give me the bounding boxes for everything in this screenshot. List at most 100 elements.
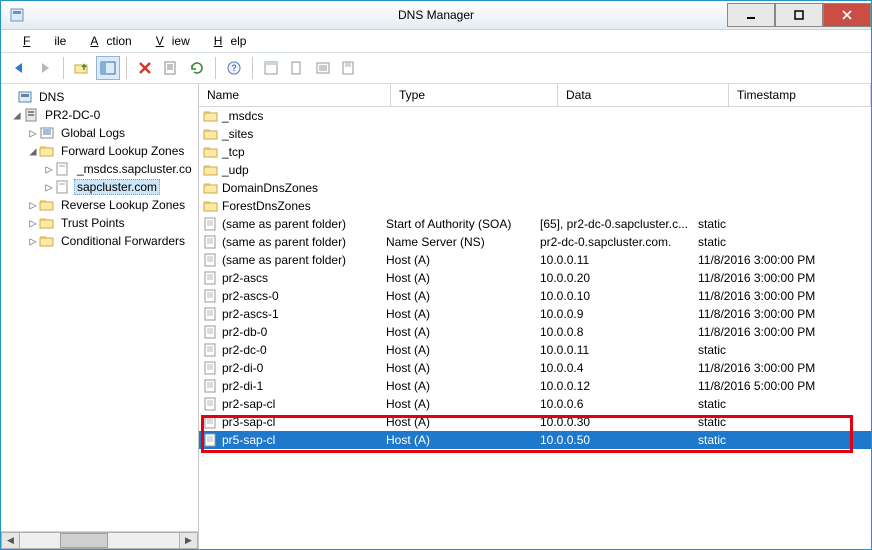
- forward-button[interactable]: [33, 56, 57, 80]
- menu-file[interactable]: File: [7, 31, 74, 51]
- list-row[interactable]: pr2-di-1Host (A)10.0.0.1211/8/2016 5:00:…: [199, 377, 871, 395]
- column-type[interactable]: Type: [391, 84, 558, 106]
- record-name: (same as parent folder): [222, 235, 346, 249]
- tree-conditional-forwarders[interactable]: ▷ Conditional Forwarders: [1, 232, 198, 250]
- list-row[interactable]: pr3-sap-clHost (A)10.0.0.30static: [199, 413, 871, 431]
- record-type: Name Server (NS): [382, 235, 536, 249]
- list-row[interactable]: pr2-sap-clHost (A)10.0.0.6static: [199, 395, 871, 413]
- list-row[interactable]: pr5-sap-clHost (A)10.0.0.50static: [199, 431, 871, 449]
- dns-manager-window: DNS Manager File Action View Help ?: [0, 0, 872, 550]
- svg-text:?: ?: [231, 63, 237, 73]
- help-button[interactable]: ?: [222, 56, 246, 80]
- tool-d-button[interactable]: [337, 56, 361, 80]
- tool-c-button[interactable]: [311, 56, 335, 80]
- record-data: 10.0.0.50: [536, 433, 694, 447]
- logs-icon: [39, 125, 55, 141]
- record-type: Host (A): [382, 433, 536, 447]
- menu-view[interactable]: View: [140, 31, 198, 51]
- record-timestamp: 11/8/2016 5:00:00 PM: [694, 379, 871, 393]
- list-row[interactable]: pr2-di-0Host (A)10.0.0.411/8/2016 3:00:0…: [199, 359, 871, 377]
- up-button[interactable]: [70, 56, 94, 80]
- record-data: 10.0.0.30: [536, 415, 694, 429]
- record-name: DomainDnsZones: [222, 181, 318, 195]
- scroll-thumb[interactable]: [60, 533, 108, 548]
- tool-b-button[interactable]: [285, 56, 309, 80]
- record-timestamp: 11/8/2016 3:00:00 PM: [694, 253, 871, 267]
- show-hide-tree-button[interactable]: [96, 56, 120, 80]
- record-timestamp: static: [694, 415, 871, 429]
- list-row[interactable]: ForestDnsZones: [199, 197, 871, 215]
- list-row[interactable]: _msdcs: [199, 107, 871, 125]
- record-icon: [203, 288, 219, 304]
- column-data[interactable]: Data: [558, 84, 729, 106]
- list-row[interactable]: (same as parent folder) Name Server (NS)p…: [199, 233, 871, 251]
- column-timestamp[interactable]: Timestamp: [729, 84, 871, 106]
- menu-bar: File Action View Help: [1, 30, 871, 53]
- tree-hscrollbar[interactable]: ◀ ▶: [1, 531, 198, 549]
- dns-icon: [17, 89, 33, 105]
- tree-view[interactable]: DNS ◢ PR2-DC-0 ▷ Global Logs ◢ Forward L…: [1, 84, 198, 531]
- menu-action[interactable]: Action: [74, 31, 139, 51]
- record-type: Host (A): [382, 325, 536, 339]
- record-type: Host (A): [382, 271, 536, 285]
- list-row[interactable]: _tcp: [199, 143, 871, 161]
- zone-icon: [55, 179, 71, 195]
- list-row[interactable]: pr2-dc-0Host (A)10.0.0.11static: [199, 341, 871, 359]
- record-timestamp: 11/8/2016 3:00:00 PM: [694, 361, 871, 375]
- tree-trust-points[interactable]: ▷ Trust Points: [1, 214, 198, 232]
- record-name: _tcp: [222, 145, 245, 159]
- list-row[interactable]: pr2-ascsHost (A)10.0.0.2011/8/2016 3:00:…: [199, 269, 871, 287]
- record-timestamp: static: [694, 397, 871, 411]
- zone-icon: [55, 161, 71, 177]
- record-name: (same as parent folder): [222, 217, 346, 231]
- list-row[interactable]: pr2-ascs-1Host (A)10.0.0.911/8/2016 3:00…: [199, 305, 871, 323]
- record-name: pr2-sap-cl: [222, 397, 275, 411]
- list-row[interactable]: pr2-ascs-0Host (A)10.0.0.1011/8/2016 3:0…: [199, 287, 871, 305]
- close-button[interactable]: [823, 3, 871, 27]
- list-row[interactable]: _udp: [199, 161, 871, 179]
- record-timestamp: 11/8/2016 3:00:00 PM: [694, 325, 871, 339]
- delete-button[interactable]: [133, 56, 157, 80]
- list-pane: Name Type Data Timestamp _msdcs _sites _tc…: [199, 84, 871, 549]
- record-name: pr2-ascs: [222, 271, 268, 285]
- list-row[interactable]: (same as parent folder)Start of Authorit…: [199, 215, 871, 233]
- scroll-left-button[interactable]: ◀: [1, 532, 20, 549]
- record-type: Host (A): [382, 289, 536, 303]
- app-icon: [9, 7, 25, 23]
- folder-icon: [203, 180, 219, 196]
- tree-server[interactable]: ◢ PR2-DC-0: [1, 106, 198, 124]
- folder-icon: [203, 198, 219, 214]
- back-button[interactable]: [7, 56, 31, 80]
- tree-reverse-zones[interactable]: ▷ Reverse Lookup Zones: [1, 196, 198, 214]
- tree-zone-sapcluster[interactable]: ▷ sapcluster.com: [1, 178, 198, 196]
- tree-zone-msdcs[interactable]: ▷ _msdcs.sapcluster.co: [1, 160, 198, 178]
- maximize-button[interactable]: [775, 3, 823, 27]
- record-icon: [203, 270, 219, 286]
- column-name[interactable]: Name: [199, 84, 391, 106]
- tree-global-logs[interactable]: ▷ Global Logs: [1, 124, 198, 142]
- tree-root[interactable]: DNS: [1, 88, 198, 106]
- properties-button[interactable]: [159, 56, 183, 80]
- record-type: Host (A): [382, 307, 536, 321]
- menu-help[interactable]: Help: [198, 31, 255, 51]
- record-icon: [203, 306, 219, 322]
- record-name: pr3-sap-cl: [222, 415, 275, 429]
- list-row[interactable]: (same as parent folder)Host (A)10.0.0.11…: [199, 251, 871, 269]
- tree-forward-zones[interactable]: ◢ Forward Lookup Zones: [1, 142, 198, 160]
- list-row[interactable]: DomainDnsZones: [199, 179, 871, 197]
- record-name: pr2-di-1: [222, 379, 263, 393]
- record-icon: [203, 396, 219, 412]
- minimize-button[interactable]: [727, 3, 775, 27]
- record-data: pr2-dc-0.sapcluster.com.: [536, 235, 694, 249]
- scroll-right-button[interactable]: ▶: [179, 532, 198, 549]
- list-row[interactable]: _sites: [199, 125, 871, 143]
- folder-icon: [39, 197, 55, 213]
- record-type: Host (A): [382, 361, 536, 375]
- tool-a-button[interactable]: [259, 56, 283, 80]
- record-list[interactable]: _msdcs _sites _tcp _udp DomainDnsZones Forest…: [199, 107, 871, 549]
- server-icon: [23, 107, 39, 123]
- record-type: Host (A): [382, 397, 536, 411]
- list-row[interactable]: pr2-db-0Host (A)10.0.0.811/8/2016 3:00:0…: [199, 323, 871, 341]
- record-name: _sites: [222, 127, 253, 141]
- refresh-button[interactable]: [185, 56, 209, 80]
